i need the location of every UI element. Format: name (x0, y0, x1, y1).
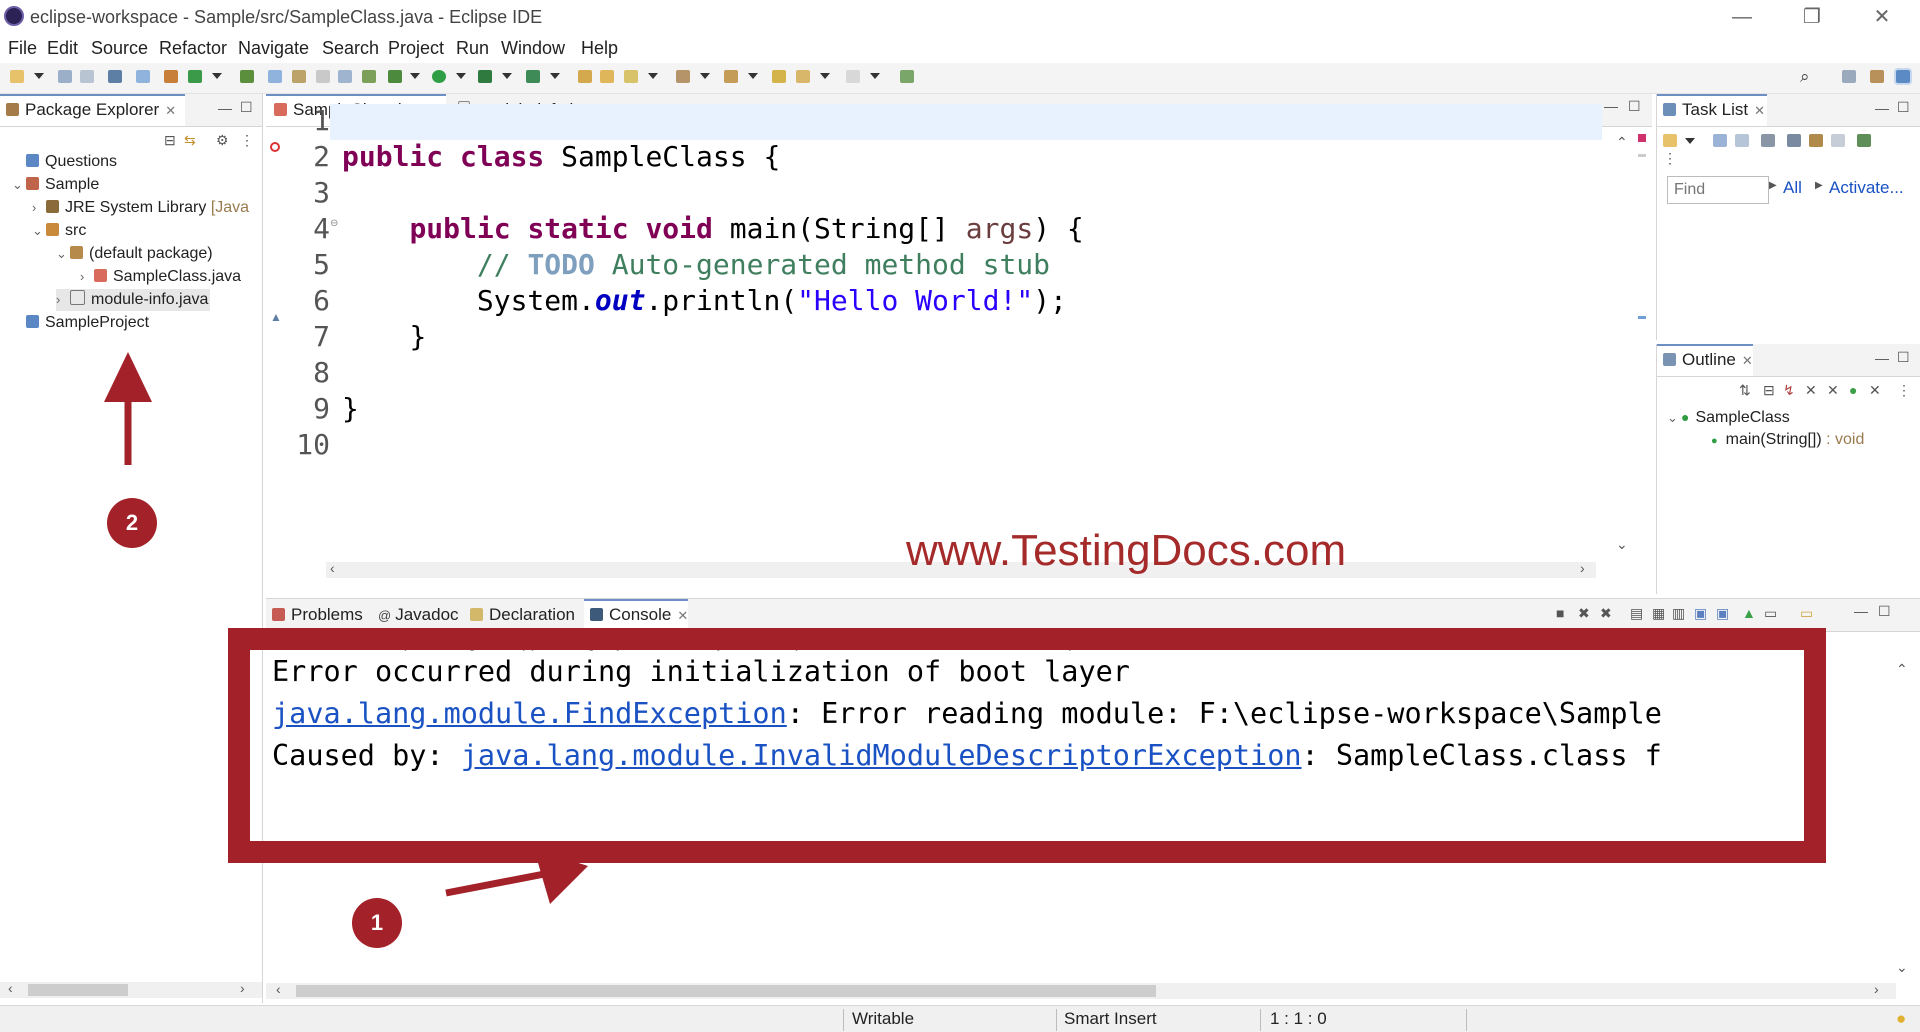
status-separator (1056, 1009, 1057, 1031)
annotation-badge-2: 2 (107, 498, 157, 548)
lightbulb-icon[interactable]: ● (1896, 1009, 1906, 1029)
status-cursor-position: 1 : 1 : 0 (1270, 1009, 1327, 1028)
status-writable: Writable (852, 1009, 915, 1028)
status-insert-mode: Smart Insert (1064, 1009, 1157, 1028)
annotation-badge-1: 1 (352, 898, 402, 948)
status-separator (1260, 1009, 1261, 1031)
arrow-up-annotation (104, 352, 152, 465)
status-bar: Writable Smart Insert 1 : 1 : 0 ● (0, 1005, 1920, 1032)
highlight-box (228, 628, 1826, 863)
status-separator (1466, 1009, 1467, 1031)
annotation-overlay (104, 352, 1826, 904)
status-separator (843, 1009, 844, 1031)
